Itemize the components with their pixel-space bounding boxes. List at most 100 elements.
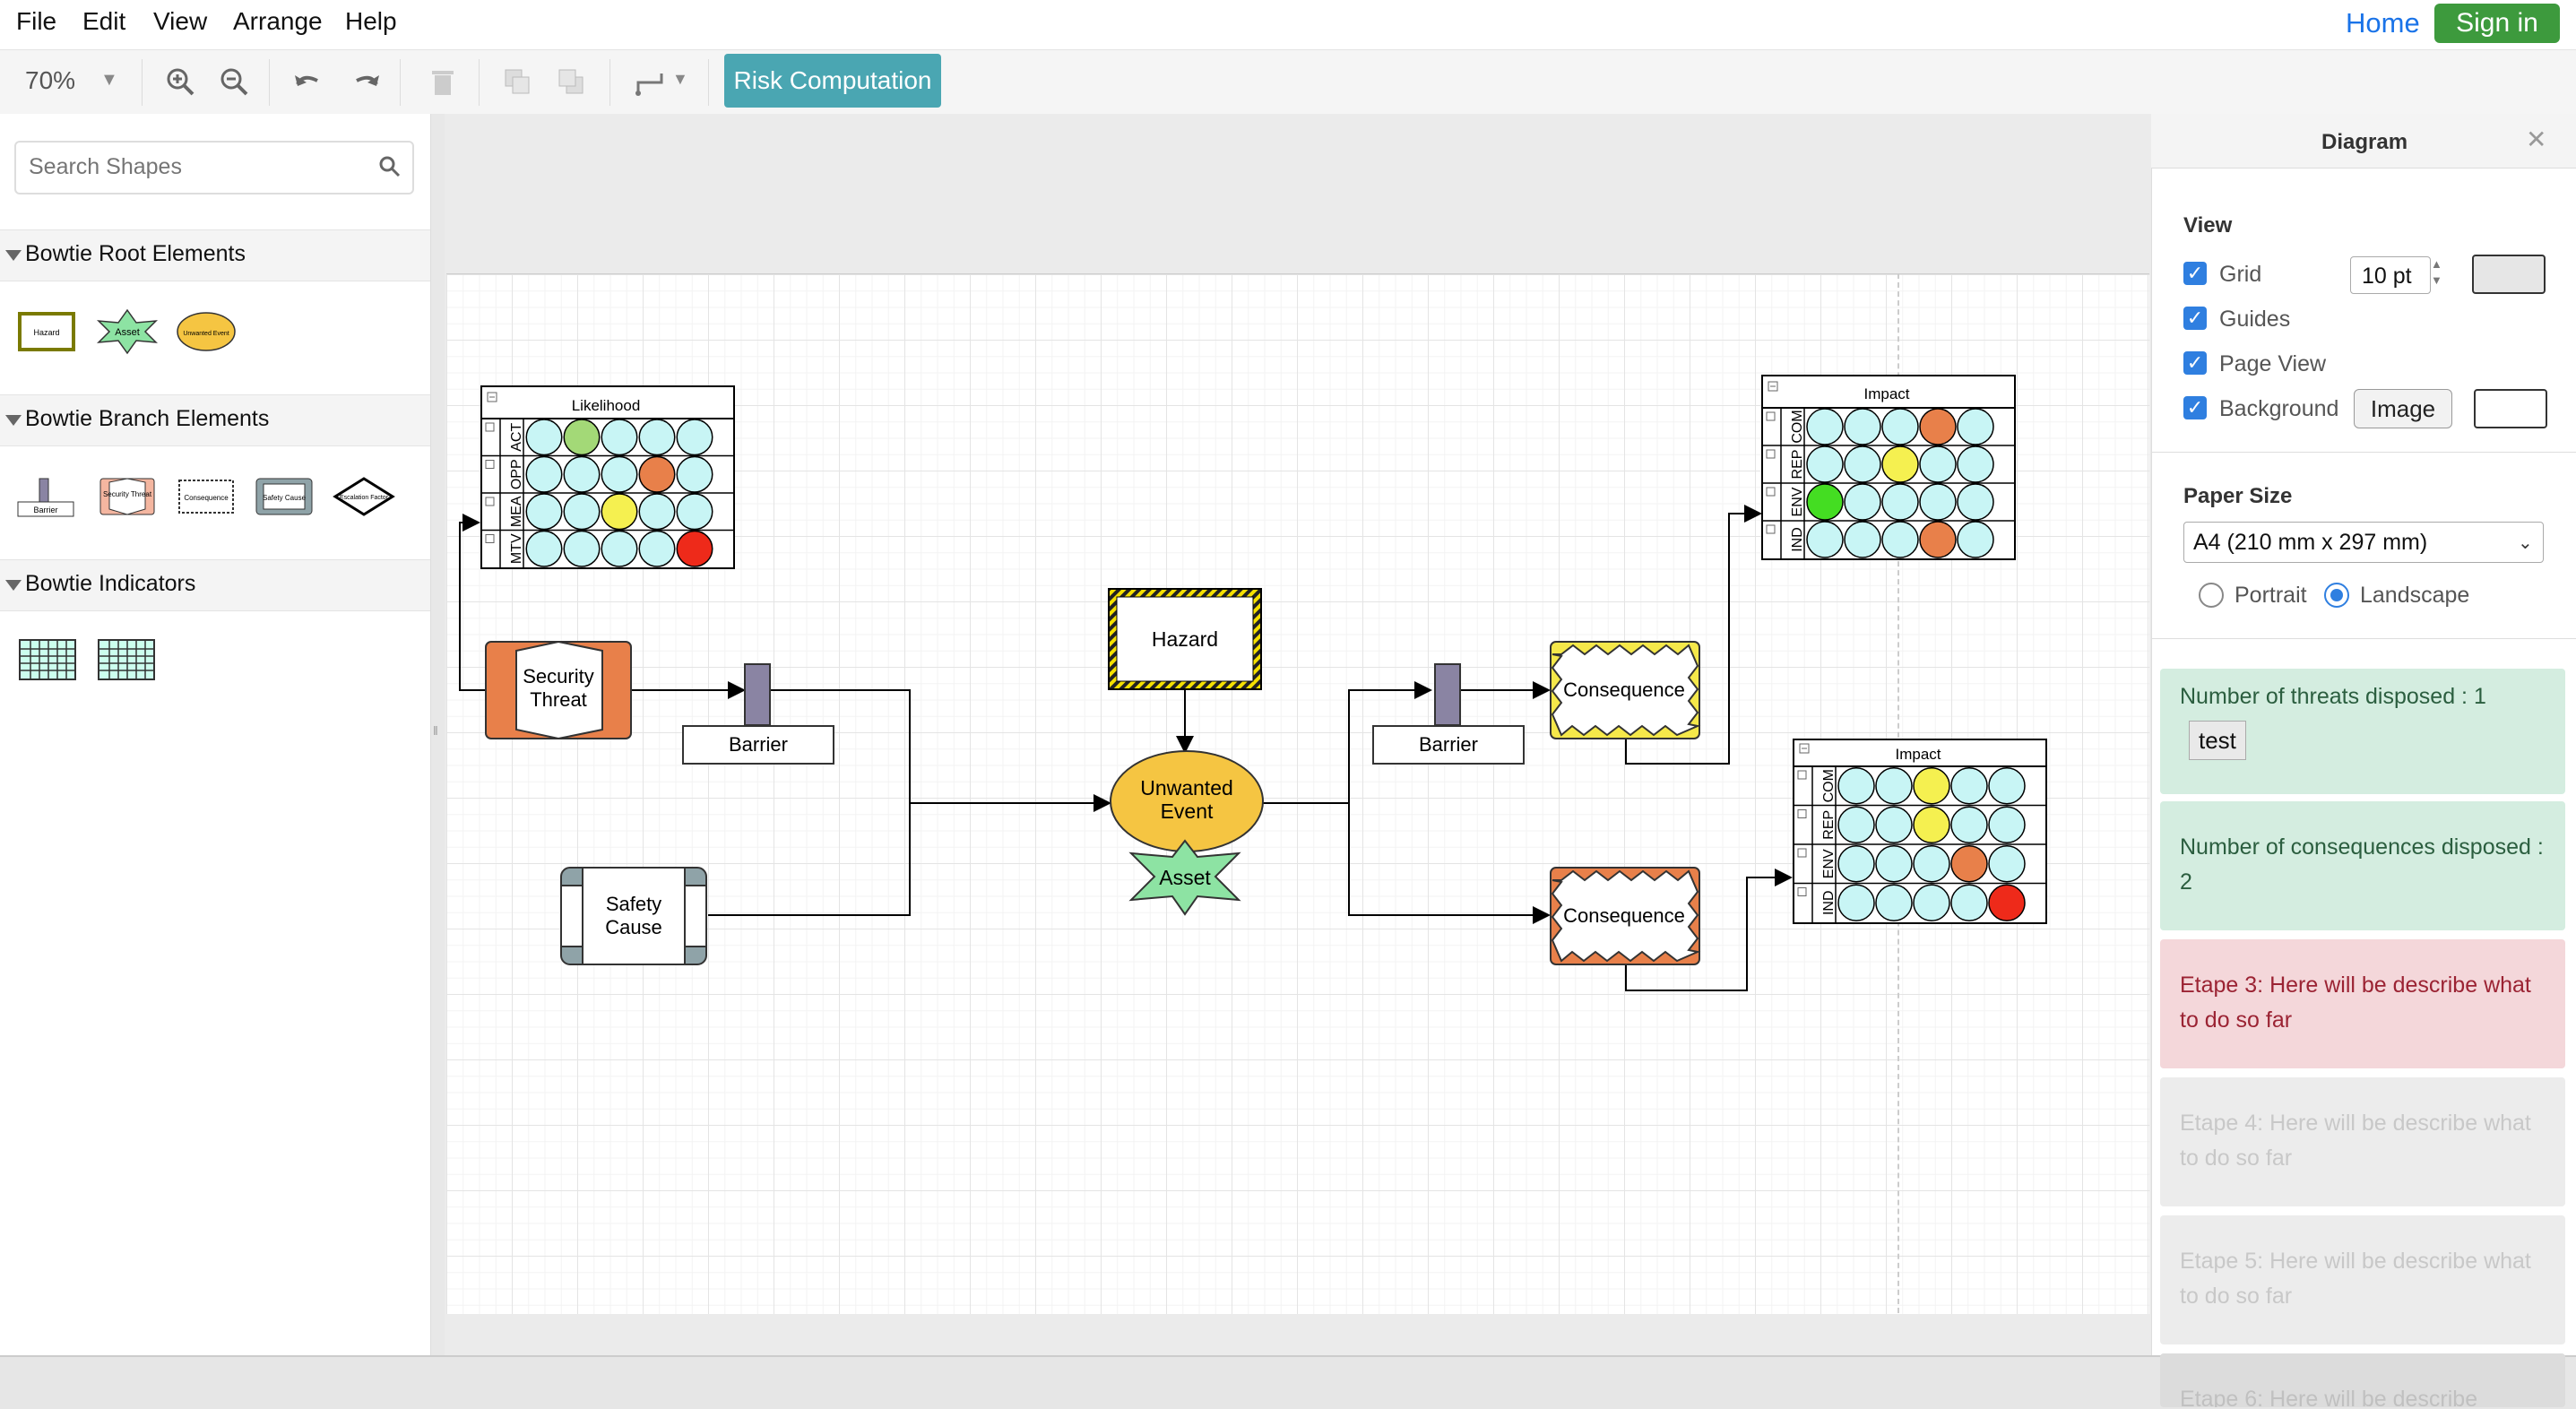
- section-root-elements[interactable]: Bowtie Root Elements: [0, 229, 430, 281]
- matrix-cell[interactable]: [1950, 884, 1988, 921]
- matrix-cell[interactable]: [1957, 521, 1994, 558]
- test-button[interactable]: test: [2189, 721, 2246, 760]
- section-indicators[interactable]: Bowtie Indicators: [0, 559, 430, 611]
- matrix-cell[interactable]: [601, 493, 638, 531]
- matrix-cell[interactable]: [1837, 767, 1875, 805]
- matrix-cell[interactable]: [1988, 845, 2026, 883]
- matrix-cell[interactable]: [601, 419, 638, 456]
- collapse-icon[interactable]: [1766, 449, 1776, 459]
- grid-checkbox[interactable]: ✓: [2183, 262, 2207, 285]
- barrier-left-post[interactable]: [744, 663, 771, 726]
- section-branch-elements[interactable]: Bowtie Branch Elements: [0, 394, 430, 446]
- matrix-cell[interactable]: [638, 455, 676, 493]
- matrix-cell[interactable]: [676, 455, 713, 493]
- zoom-level[interactable]: 70%: [25, 66, 75, 95]
- portrait-radio[interactable]: [2199, 583, 2224, 608]
- barrier-right-post[interactable]: [1434, 663, 1461, 726]
- matrix-cell[interactable]: [1806, 408, 1844, 445]
- collapse-icon[interactable]: [485, 460, 495, 469]
- collapse-icon[interactable]: [485, 497, 495, 506]
- collapse-icon[interactable]: [1797, 770, 1807, 780]
- grid-size-stepper-icon[interactable]: ▲ ▼: [2431, 256, 2442, 289]
- barrier-left[interactable]: Barrier: [682, 725, 834, 765]
- impact-matrix-top[interactable]: Impact COM REP ENV IND: [1761, 375, 2017, 561]
- matrix-cell[interactable]: [1844, 408, 1881, 445]
- matrix-cell[interactable]: [1988, 806, 2026, 843]
- matrix-cell[interactable]: [1913, 806, 1950, 843]
- matrix-cell[interactable]: [676, 530, 713, 567]
- collapse-triangle-icon[interactable]: [5, 580, 22, 591]
- matrix-cell[interactable]: [1837, 884, 1875, 921]
- matrix-cell[interactable]: [601, 530, 638, 567]
- page-view-checkbox[interactable]: ✓: [2183, 351, 2207, 375]
- matrix-cell[interactable]: [1837, 806, 1875, 843]
- matrix-cell[interactable]: [1837, 845, 1875, 883]
- zoom-dropdown-icon[interactable]: ▼: [100, 70, 118, 91]
- home-link[interactable]: Home: [2346, 7, 2420, 39]
- matrix-cell[interactable]: [1875, 806, 1913, 843]
- matrix-cell[interactable]: [563, 419, 601, 456]
- matrix-cell[interactable]: [1957, 445, 1994, 483]
- palette-impact-matrix[interactable]: [98, 639, 155, 680]
- sign-in-button[interactable]: Sign in: [2434, 4, 2560, 43]
- collapse-icon[interactable]: [485, 534, 495, 543]
- matrix-cell[interactable]: [563, 455, 601, 493]
- close-icon[interactable]: ✕: [2526, 125, 2546, 154]
- palette-unwanted-event[interactable]: Unwanted Event: [177, 312, 236, 351]
- matrix-cell[interactable]: [1950, 845, 1988, 883]
- image-button[interactable]: Image: [2354, 389, 2452, 428]
- matrix-cell[interactable]: [1844, 483, 1881, 521]
- palette-asset[interactable]: Asset: [97, 308, 158, 355]
- collapse-icon[interactable]: [1797, 848, 1807, 858]
- matrix-cell[interactable]: [563, 493, 601, 531]
- matrix-cell[interactable]: [563, 530, 601, 567]
- matrix-cell[interactable]: [1913, 884, 1950, 921]
- landscape-radio[interactable]: [2324, 583, 2349, 608]
- menu-help[interactable]: Help: [345, 7, 397, 36]
- waypoints-dropdown-icon[interactable]: ▼: [672, 70, 688, 89]
- matrix-cell[interactable]: [1957, 408, 1994, 445]
- matrix-cell[interactable]: [1919, 408, 1957, 445]
- matrix-cell[interactable]: [638, 493, 676, 531]
- matrix-cell[interactable]: [1913, 845, 1950, 883]
- matrix-cell[interactable]: [1806, 445, 1844, 483]
- matrix-cell[interactable]: [1875, 767, 1913, 805]
- impact-matrix-bottom[interactable]: Impact COM REP ENV IND: [1793, 739, 2048, 925]
- palette-security-threat[interactable]: Security Threat: [99, 478, 155, 515]
- matrix-cell[interactable]: [1957, 483, 1994, 521]
- matrix-cell[interactable]: [1881, 483, 1919, 521]
- collapse-triangle-icon[interactable]: [5, 415, 22, 426]
- matrix-cell[interactable]: [676, 493, 713, 531]
- collapse-icon[interactable]: [1766, 487, 1776, 497]
- collapse-icon[interactable]: [1797, 809, 1807, 818]
- matrix-cell[interactable]: [1913, 767, 1950, 805]
- matrix-cell[interactable]: [1919, 445, 1957, 483]
- delete-icon[interactable]: [425, 65, 461, 100]
- palette-safety-cause[interactable]: Safety Cause: [255, 478, 313, 515]
- barrier-right[interactable]: Barrier: [1372, 725, 1525, 765]
- palette-hazard[interactable]: Hazard: [18, 312, 75, 351]
- matrix-cell[interactable]: [1844, 521, 1881, 558]
- sidebar-splitter[interactable]: ‖: [431, 114, 445, 1355]
- menu-file[interactable]: File: [16, 7, 56, 36]
- matrix-cell[interactable]: [1919, 521, 1957, 558]
- matrix-cell[interactable]: [1988, 884, 2026, 921]
- to-front-icon[interactable]: [500, 65, 536, 100]
- collapse-icon[interactable]: [485, 422, 495, 432]
- menu-arrange[interactable]: Arrange: [233, 7, 323, 36]
- redo-icon[interactable]: [348, 65, 384, 100]
- search-icon[interactable]: [378, 155, 402, 178]
- waypoints-icon[interactable]: [633, 65, 669, 100]
- zoom-out-icon[interactable]: [217, 65, 253, 100]
- matrix-cell[interactable]: [638, 419, 676, 456]
- connector-event-consequence-bottom[interactable]: [1348, 803, 1551, 924]
- matrix-cell[interactable]: [525, 419, 563, 456]
- collapse-icon[interactable]: [1766, 411, 1776, 421]
- to-back-icon[interactable]: [554, 65, 590, 100]
- menu-view[interactable]: View: [153, 7, 207, 36]
- guides-checkbox[interactable]: ✓: [2183, 307, 2207, 330]
- matrix-cell[interactable]: [1875, 845, 1913, 883]
- matrix-cell[interactable]: [525, 530, 563, 567]
- likelihood-matrix[interactable]: Likelihood ACT OPP MEA MTV: [480, 385, 736, 570]
- palette-likelihood-matrix[interactable]: [19, 639, 76, 680]
